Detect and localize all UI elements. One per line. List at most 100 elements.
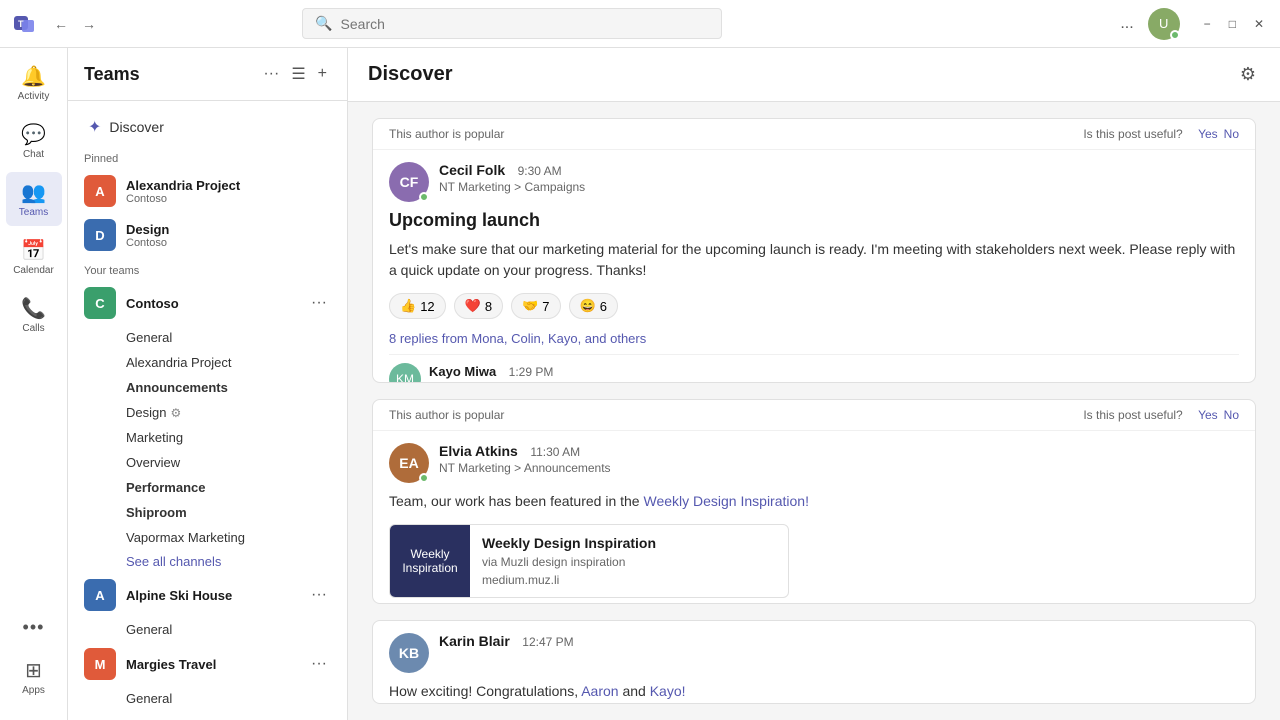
team-name-alexandria: Alexandria Project	[126, 178, 331, 193]
maximize-button[interactable]: □	[1221, 13, 1244, 35]
reaction-handshake[interactable]: 🤝 7	[511, 293, 560, 319]
team-item-alexandria[interactable]: A Alexandria Project Contoso	[68, 169, 347, 213]
discover-item[interactable]: ✦ Discover	[72, 109, 343, 145]
sidebar-item-chat[interactable]: 💬 Chat	[6, 114, 62, 168]
main-layout: 🔔 Activity 💬 Chat 👥 Teams 📅 Calendar 📞 C…	[0, 48, 1280, 720]
teams-icon: 👥	[21, 180, 46, 205]
minimize-button[interactable]: −	[1196, 13, 1219, 35]
channel-marketing[interactable]: Marketing	[126, 425, 347, 450]
margies-more-button[interactable]: ···	[307, 651, 331, 677]
kayo-link[interactable]: Kayo!	[650, 683, 686, 699]
link-info: Weekly Design Inspiration via Muzli desi…	[470, 525, 668, 597]
reply-content-1: Kayo Miwa 1:29 PM I don't have any issue…	[429, 363, 1239, 383]
sidebar-item-calendar[interactable]: 📅 Calendar	[6, 230, 62, 284]
contoso-channels: General Alexandria Project Announcements…	[68, 325, 347, 573]
reactions-1: 👍 12 ❤️ 8 🤝 7 😄 6	[389, 293, 1239, 319]
svg-text:T: T	[18, 19, 24, 29]
post-card-1: This author is popular Is this post usef…	[372, 118, 1256, 383]
sidebar-item-calls[interactable]: 📞 Calls	[6, 288, 62, 342]
author-avatar-3: KB	[389, 633, 429, 673]
channel-margies-general[interactable]: General	[126, 686, 347, 711]
link-thumb-text: Weekly Inspiration	[390, 543, 470, 579]
discover-icon: ✦	[88, 117, 101, 137]
link-preview-2[interactable]: Weekly Inspiration Weekly Design Inspira…	[389, 524, 789, 598]
group-header-contoso[interactable]: C Contoso ···	[68, 281, 347, 325]
sidebar-more-button[interactable]: ···	[259, 60, 283, 88]
reply-author-1: Kayo Miwa	[429, 364, 496, 379]
sidebar-item-teams[interactable]: 👥 Teams	[6, 172, 62, 226]
calendar-icon: 📅	[21, 238, 46, 263]
post-useful-yes-2[interactable]: Yes	[1198, 408, 1218, 422]
nav-arrows: ← →	[48, 12, 102, 36]
author-info-2: Elvia Atkins 11:30 AM NT Marketing > Ann…	[439, 443, 1239, 475]
search-icon: 🔍	[315, 15, 332, 32]
channel-alpine-general[interactable]: General	[126, 617, 347, 642]
group-name-contoso: Contoso	[126, 296, 297, 311]
author-name-3: Karin Blair	[439, 633, 510, 649]
channel-overview[interactable]: Overview	[126, 450, 347, 475]
nav-back-button[interactable]: ←	[48, 12, 74, 36]
close-button[interactable]: ✕	[1246, 13, 1272, 35]
chat-icon: 💬	[21, 122, 46, 147]
weekly-design-link[interactable]: Weekly Design Inspiration!	[643, 493, 808, 509]
calls-label: Calls	[22, 323, 44, 334]
team-sub-design-pinned: Contoso	[126, 237, 331, 249]
search-input[interactable]	[341, 16, 710, 32]
search-bar[interactable]: 🔍	[302, 8, 722, 39]
sidebar-filter-button[interactable]: ☰	[287, 60, 309, 88]
window-controls: − □ ✕	[1196, 13, 1272, 35]
author-channel-2: NT Marketing > Announcements	[439, 461, 1239, 475]
channel-design[interactable]: Design ⚙	[126, 400, 347, 425]
post-meta-bar-1: This author is popular Is this post usef…	[373, 119, 1255, 150]
post-author-2: EA Elvia Atkins 11:30 AM NT Marketing > …	[389, 443, 1239, 483]
author-name-2: Elvia Atkins	[439, 443, 518, 459]
replies-link-1[interactable]: 8 replies from Mona, Colin, Kayo, and ot…	[389, 331, 1239, 346]
teams-label: Teams	[19, 207, 48, 218]
sidebar-content: ✦ Discover Pinned A Alexandria Project C…	[68, 101, 347, 720]
post-useful-no-2[interactable]: No	[1224, 408, 1239, 422]
channel-general[interactable]: General	[126, 325, 347, 350]
sidebar-item-activity[interactable]: 🔔 Activity	[6, 56, 62, 110]
more-icon: •••	[23, 617, 45, 638]
sidebar-add-button[interactable]: +	[314, 60, 331, 88]
post-card-2: This author is popular Is this post usef…	[372, 399, 1256, 604]
settings-button[interactable]: ⚙	[1236, 60, 1260, 89]
channel-announcements[interactable]: Announcements	[126, 375, 347, 400]
post-useful-label-1: Is this post useful?	[1083, 127, 1182, 141]
alpine-channels: General	[68, 617, 347, 642]
post-popular-1: This author is popular	[389, 127, 504, 141]
aaron-link[interactable]: Aaron	[581, 683, 618, 699]
post-meta-bar-2: This author is popular Is this post usef…	[373, 400, 1255, 431]
post-useful-yes-1[interactable]: Yes	[1198, 127, 1218, 141]
sidebar-item-more[interactable]: •••	[6, 609, 62, 646]
group-header-margies[interactable]: M Margies Travel ···	[68, 642, 347, 686]
post-body-3: KB Karin Blair 12:47 PM How exciting! Co…	[373, 621, 1255, 704]
team-info-design-pinned: Design Contoso	[126, 222, 331, 249]
reaction-laugh[interactable]: 😄 6	[569, 293, 618, 319]
channel-vapormax[interactable]: Vapormax Marketing	[126, 525, 347, 550]
user-avatar-container[interactable]: U	[1148, 8, 1180, 40]
discover-label: Discover	[109, 119, 163, 135]
author-avatar-2: EA	[389, 443, 429, 483]
alpine-more-button[interactable]: ···	[307, 582, 331, 608]
nav-forward-button[interactable]: →	[76, 12, 102, 36]
calls-icon: 📞	[21, 296, 46, 321]
channel-shiproom[interactable]: Shiproom	[126, 500, 347, 525]
see-all-channels[interactable]: See all channels	[126, 550, 347, 573]
contoso-more-button[interactable]: ···	[307, 290, 331, 316]
post-title-1: Upcoming launch	[389, 210, 1239, 231]
team-item-design-pinned[interactable]: D Design Contoso	[68, 213, 347, 257]
apps-icon: ⊞	[25, 658, 42, 683]
reaction-heart[interactable]: ❤️ 8	[454, 293, 503, 319]
reaction-thumbsup[interactable]: 👍 12	[389, 293, 446, 319]
teams-logo: T	[8, 8, 40, 40]
post-useful-no-1[interactable]: No	[1224, 127, 1239, 141]
post-useful-2: Is this post useful? Yes No	[1083, 408, 1239, 422]
team-sub-alexandria: Contoso	[126, 193, 331, 205]
channel-alexandria[interactable]: Alexandria Project	[126, 350, 347, 375]
group-header-alpine[interactable]: A Alpine Ski House ···	[68, 573, 347, 617]
more-options-button[interactable]: ...	[1114, 11, 1139, 37]
calendar-label: Calendar	[13, 265, 54, 276]
sidebar-item-apps[interactable]: ⊞ Apps	[6, 650, 62, 704]
channel-performance[interactable]: Performance	[126, 475, 347, 500]
